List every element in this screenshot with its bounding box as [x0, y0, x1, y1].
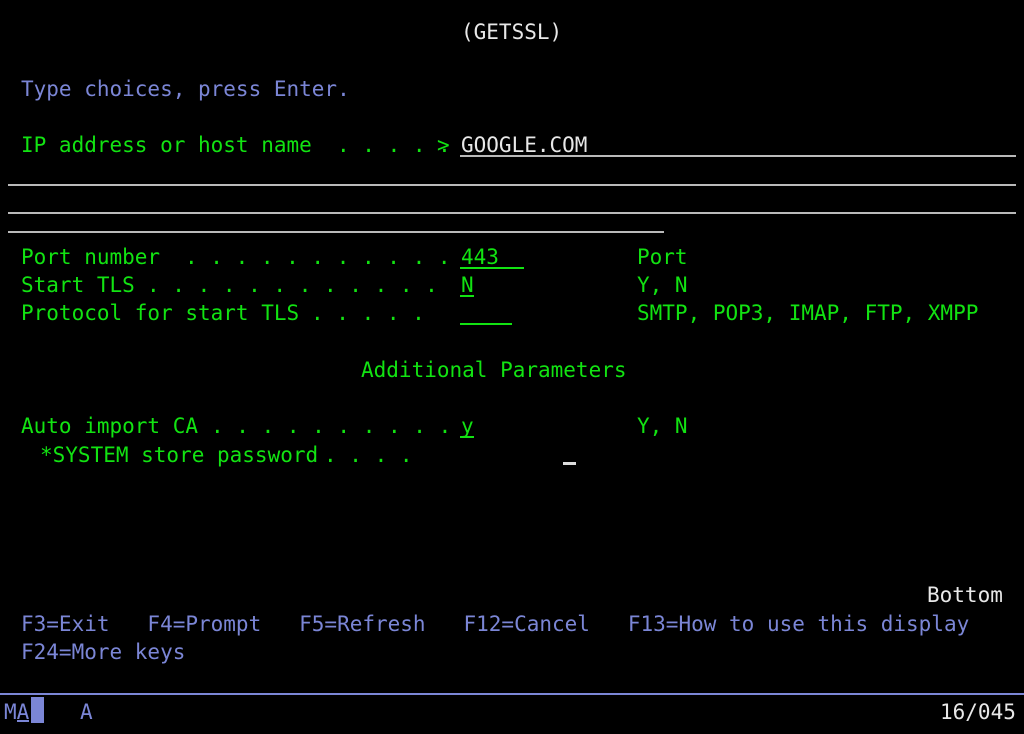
status-left-indicator: MA: [4, 700, 30, 724]
auto-import-ca-field-label: Auto import CA: [21, 414, 199, 438]
port-field-hint: Port: [637, 245, 688, 269]
start-tls-field-hint: Y, N: [637, 273, 688, 297]
status-left-indicator-underline: [17, 720, 29, 722]
host-field-continuation-underline-1: [8, 184, 1016, 186]
host-field-label: IP address or host name: [21, 133, 312, 157]
host-field-leader: . . . . .: [337, 133, 451, 157]
protocol-field-label: Protocol for start TLS: [21, 301, 300, 325]
system-store-password-field-leader: . . . .: [324, 443, 413, 467]
start-tls-field-leader: . . . . . . . . . . . .: [147, 273, 438, 297]
page-position-indicator: Bottom: [927, 583, 1003, 607]
port-field-underline: [460, 267, 524, 269]
protocol-field-leader: . . . . .: [311, 301, 425, 325]
status-cursor-block: [31, 697, 44, 723]
host-field-underline: [460, 155, 1016, 157]
protocol-field-underline: [460, 323, 512, 325]
status-insert-indicator: A: [80, 700, 93, 724]
auto-import-ca-field-underline: [460, 436, 474, 438]
host-field-continuation-underline-2: [8, 212, 1016, 214]
host-field-prompt-icon: >: [437, 133, 450, 157]
start-tls-field-underline: [460, 295, 474, 297]
text-cursor-caret: [563, 462, 576, 465]
function-keys-row-1[interactable]: F3=Exit F4=Prompt F5=Refresh F12=Cancel …: [21, 610, 969, 639]
system-store-password-field-label: *SYSTEM store password: [40, 443, 319, 467]
page-title: (GETSSL): [461, 20, 563, 44]
terminal-screen[interactable]: (GETSSL) Type choices, press Enter. IP a…: [0, 0, 1024, 734]
status-bar-divider: [0, 693, 1024, 695]
additional-parameters-heading: Additional Parameters: [361, 358, 627, 382]
start-tls-field-label: Start TLS: [21, 273, 135, 297]
status-cursor-position: 16/045: [940, 700, 1016, 724]
port-field-leader: . . . . . . . . . . .: [185, 245, 451, 269]
port-field-label: Port number: [21, 245, 161, 269]
auto-import-ca-field-hint: Y, N: [637, 414, 688, 438]
instruction-text: Type choices, press Enter.: [21, 77, 350, 101]
auto-import-ca-field-leader: . . . . . . . . . .: [211, 414, 452, 438]
function-keys-row-2[interactable]: F24=More keys: [21, 638, 185, 667]
protocol-field-hint: SMTP, POP3, IMAP, FTP, XMPP: [637, 301, 979, 325]
host-field-continuation-underline-3: [8, 231, 664, 233]
